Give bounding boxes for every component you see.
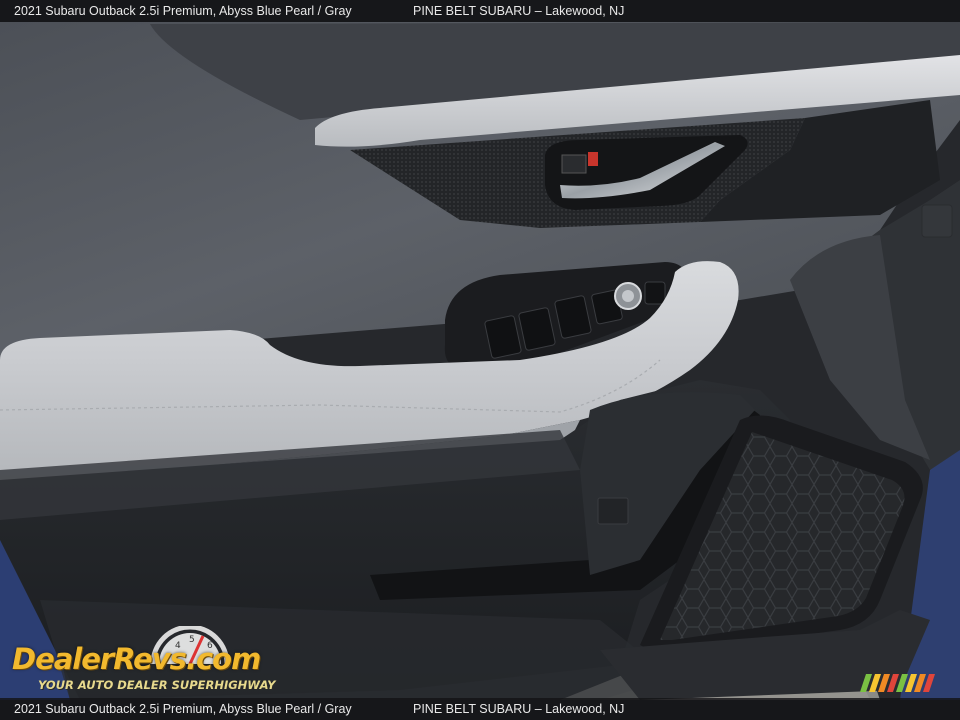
logo-tagline: YOUR AUTO DEALER SUPERHIGHWAY xyxy=(38,678,276,692)
vehicle-caption: 2021 Subaru Outback 2.5i Premium, Abyss … xyxy=(14,4,352,18)
stripes-logo-icon xyxy=(860,674,935,692)
photo-frame: 2021 Subaru Outback 2.5i Premium, Abyss … xyxy=(0,0,960,720)
dealer-caption-bottom: PINE BELT SUBARU – Lakewood, NJ xyxy=(413,702,625,716)
vehicle-caption-bottom: 2021 Subaru Outback 2.5i Premium, Abyss … xyxy=(14,702,352,716)
dealerrevs-logo: 4 5 6 DealerRevs.com YOUR AUTO DEALER SU… xyxy=(10,626,276,698)
logo-name: DealerRevs.com xyxy=(12,642,261,676)
caption-bar-bottom: 2021 Subaru Outback 2.5i Premium, Abyss … xyxy=(0,698,960,720)
dealer-caption: PINE BELT SUBARU – Lakewood, NJ xyxy=(413,4,625,18)
door-panel-photo xyxy=(0,0,960,720)
caption-bar-top: 2021 Subaru Outback 2.5i Premium, Abyss … xyxy=(0,0,960,22)
